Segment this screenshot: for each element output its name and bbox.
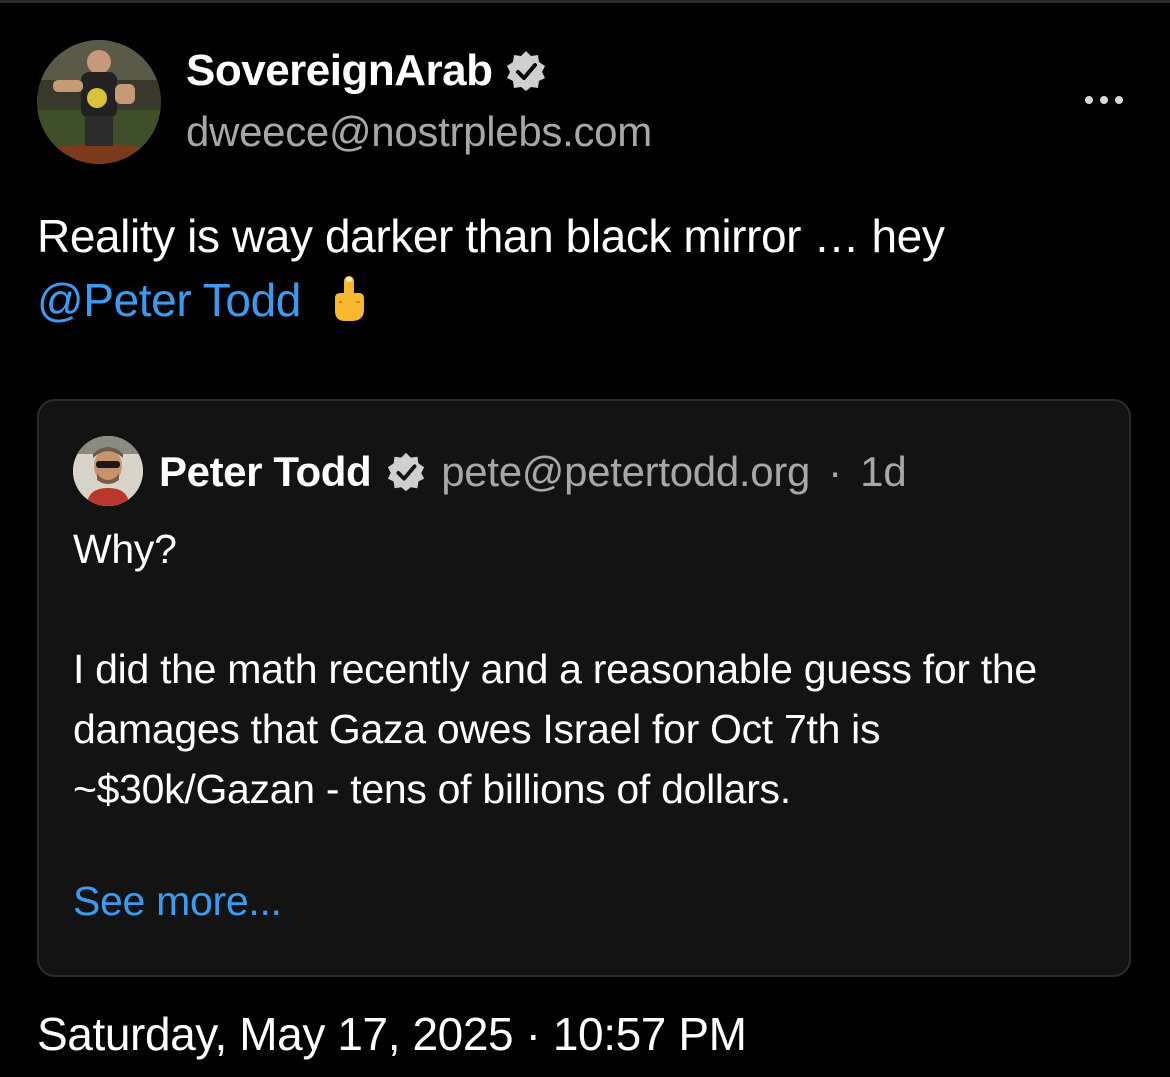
- quote-author-avatar[interactable]: [73, 436, 143, 506]
- author-avatar[interactable]: [37, 40, 161, 164]
- quoted-post-card[interactable]: Peter Todd pete@petertodd.org · 1d Why? …: [37, 399, 1131, 977]
- middle-finger-icon: [329, 274, 369, 324]
- verified-badge-icon: [385, 451, 427, 493]
- more-options-icon[interactable]: [1072, 84, 1136, 116]
- author-name[interactable]: SovereignArab: [186, 46, 493, 96]
- verified-badge-icon: [504, 49, 548, 93]
- quote-header: Peter Todd pete@petertodd.org · 1d: [159, 445, 907, 499]
- post-text: Reality is way darker than black mirror …: [37, 210, 945, 262]
- quote-author-handle[interactable]: pete@petertodd.org: [441, 448, 810, 496]
- author-name-row: SovereignArab: [186, 44, 548, 98]
- post-content: Reality is way darker than black mirror …: [37, 204, 1127, 332]
- quote-separator: ·: [828, 448, 843, 495]
- top-divider: [0, 0, 1170, 3]
- author-handle[interactable]: dweece@nostrplebs.com: [186, 108, 652, 156]
- quote-paragraph: I did the math recently and a reasonable…: [73, 646, 1037, 812]
- see-more-link[interactable]: See more...: [73, 871, 282, 931]
- quote-author-name[interactable]: Peter Todd: [159, 448, 372, 496]
- quote-age: 1d: [860, 448, 907, 495]
- post-timestamp: Saturday, May 17, 2025 · 10:57 PM: [37, 1008, 747, 1060]
- quote-body: Why? I did the math recently and a reaso…: [73, 519, 1093, 819]
- quote-paragraph: Why?: [73, 526, 177, 572]
- mention-link[interactable]: @Peter Todd: [37, 274, 301, 326]
